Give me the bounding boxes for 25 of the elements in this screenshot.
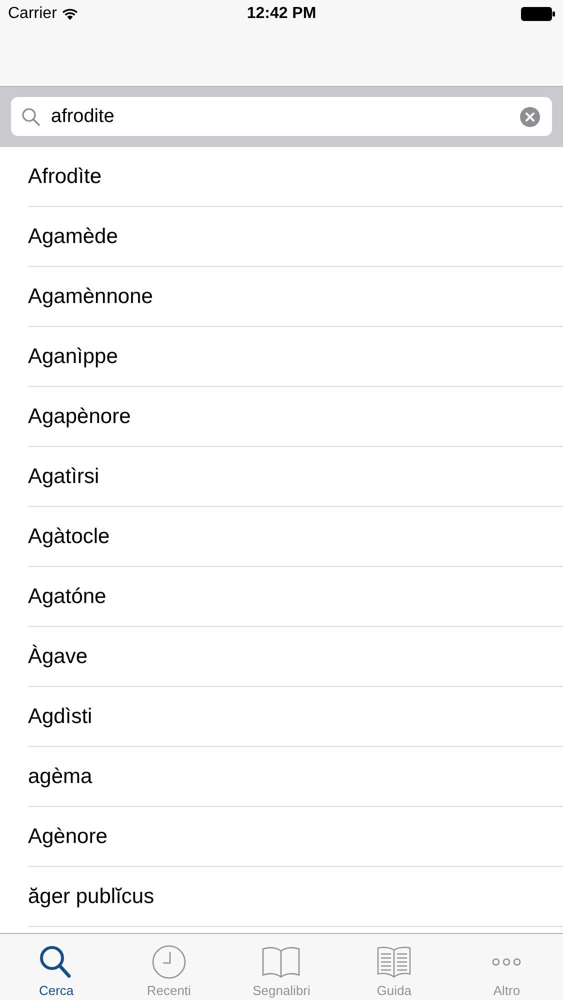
carrier-label: Carrier [8, 5, 57, 23]
result-item[interactable]: Agamènnone [28, 284, 153, 308]
battery-icon [521, 7, 555, 21]
clock-time: 12:42 PM [246, 5, 316, 23]
search-field[interactable]: afrodite [11, 97, 552, 136]
wifi-icon [62, 8, 78, 20]
result-item[interactable]: Afrodìte [28, 164, 102, 188]
result-item[interactable]: Agapènore [28, 404, 131, 428]
clock-icon [150, 945, 187, 979]
result-item[interactable]: Agènore [28, 824, 108, 848]
result-item[interactable]: Àgave [28, 644, 88, 668]
tab[interactable]: Cerca [0, 934, 113, 1000]
search-icon [21, 106, 41, 126]
result-item[interactable]: ăger publĭcus [28, 884, 154, 908]
result-item[interactable]: agèma [28, 764, 92, 788]
clear-icon[interactable] [520, 106, 540, 126]
open-book-icon [376, 945, 412, 979]
result-item[interactable]: Aganìppe [28, 344, 118, 368]
result-item[interactable]: Agatóne [28, 584, 106, 608]
result-item[interactable]: Agamède [28, 224, 118, 248]
result-item[interactable]: Agatìrsi [28, 464, 100, 488]
more-icon [492, 958, 522, 966]
book-icon [261, 945, 302, 979]
result-item[interactable]: Agdìsti [28, 704, 92, 728]
result-item[interactable]: Agàtocle [28, 524, 110, 548]
